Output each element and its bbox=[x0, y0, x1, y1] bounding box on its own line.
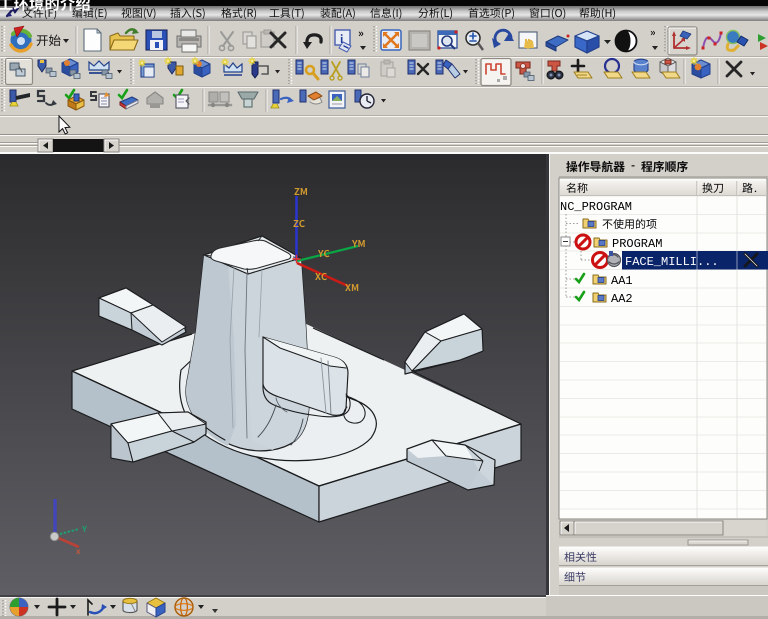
svg-text:FACE_MILLI...: FACE_MILLI... bbox=[625, 255, 719, 269]
svg-text:NC_PROGRAM: NC_PROGRAM bbox=[560, 200, 632, 214]
svg-text:AA1: AA1 bbox=[611, 274, 633, 288]
svg-text:AA2: AA2 bbox=[611, 292, 633, 306]
svg-text:PROGRAM: PROGRAM bbox=[612, 237, 662, 251]
